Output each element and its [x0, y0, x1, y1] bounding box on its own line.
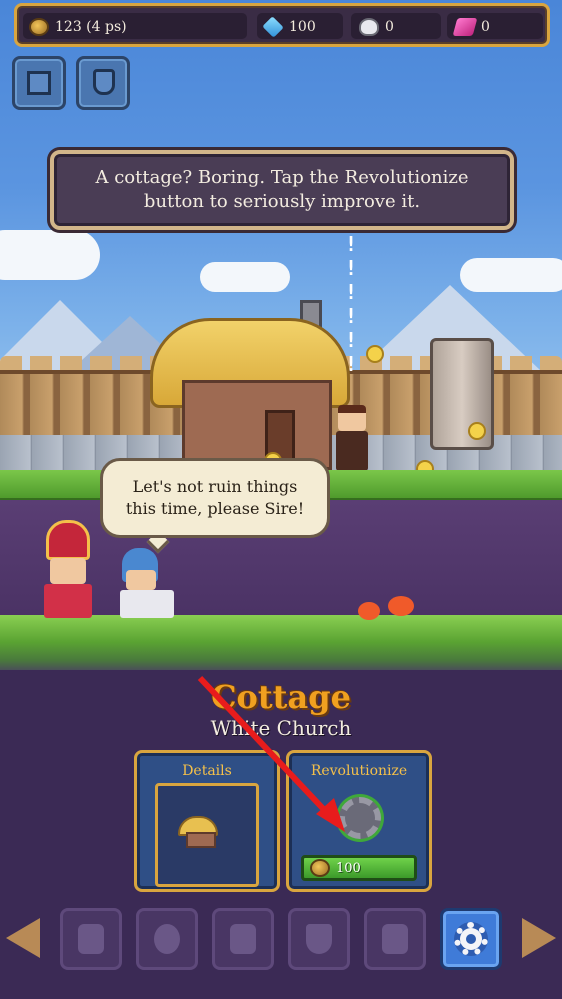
nav-advisor-button[interactable]	[212, 908, 274, 970]
nav-settings-button[interactable]	[440, 908, 502, 970]
nav-shield-button[interactable]	[288, 908, 350, 970]
bag-icon	[382, 924, 408, 954]
advisor-icon	[230, 924, 256, 954]
shield-icon	[306, 924, 332, 954]
trophy-icon	[78, 924, 104, 954]
compass-icon	[154, 924, 180, 954]
nav-bag-button[interactable]	[364, 908, 426, 970]
nav-trophy-button[interactable]	[60, 908, 122, 970]
nav-compass-button[interactable]	[136, 908, 198, 970]
settings-icon	[454, 922, 488, 956]
bottom-nav	[0, 908, 562, 974]
tutorial-arrow-icon	[197, 675, 345, 832]
